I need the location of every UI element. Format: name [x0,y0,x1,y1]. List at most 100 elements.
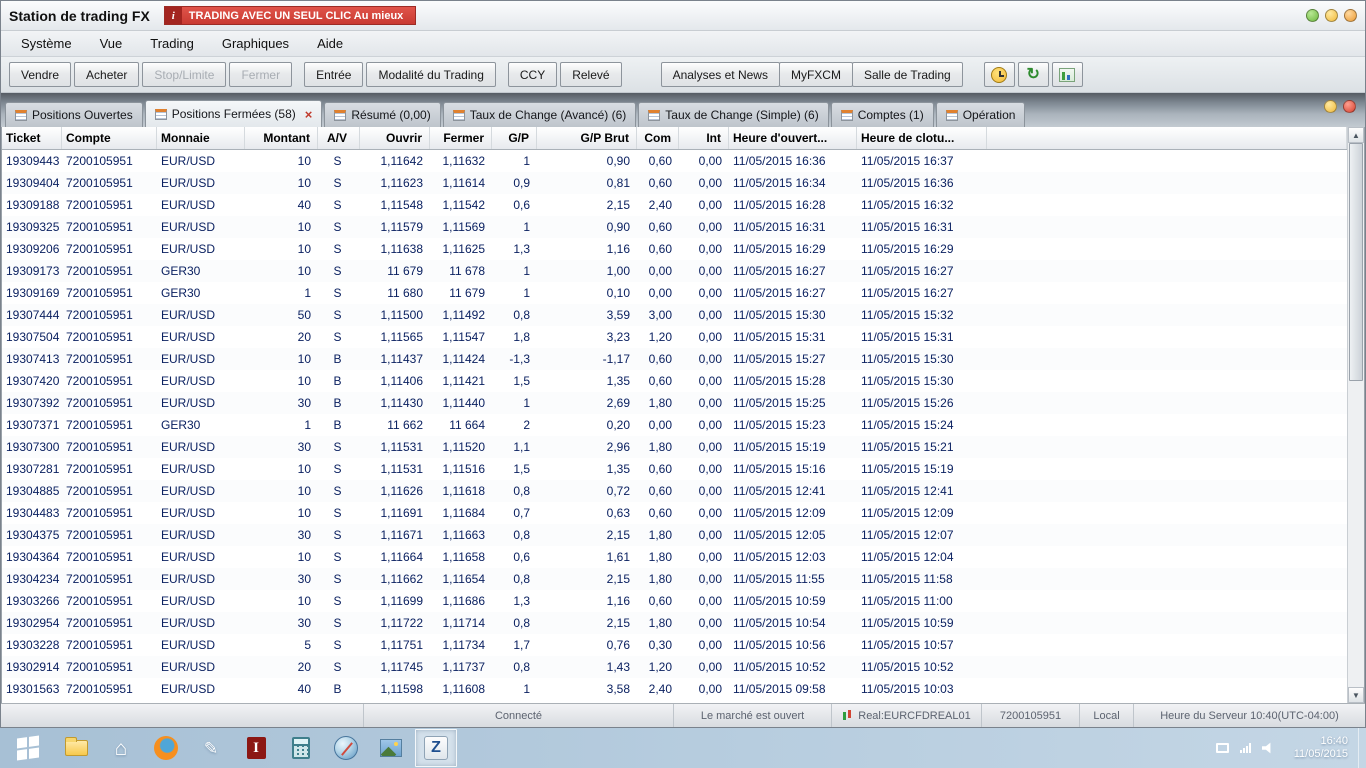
table-row[interactable]: 193073007200105951EUR/USD30S1,115311,115… [2,436,1347,458]
menu-graphiques[interactable]: Graphiques [208,32,303,55]
pc-status-icon[interactable] [1216,743,1229,753]
firefox-icon[interactable] [145,729,187,767]
file-explorer-icon[interactable] [55,729,97,767]
table-cell: 1,3 [492,238,537,260]
myfxcm-button[interactable]: MyFXCM [779,62,853,87]
tab-taux-de-change-avanc-6[interactable]: Taux de Change (Avancé) (6) [443,102,637,127]
relev-button[interactable]: Relevé [560,62,621,87]
window-minimize-button[interactable] [1325,9,1338,22]
pen-icon[interactable]: ✎ [190,729,232,767]
table-row[interactable]: 193043647200105951EUR/USD10S1,116641,116… [2,546,1347,568]
table-row[interactable]: 193073717200105951GER301B11 66211 66420,… [2,414,1347,436]
table-row[interactable]: 193042347200105951EUR/USD30S1,116621,116… [2,568,1347,590]
ccy-button[interactable]: CCY [508,62,557,87]
table-row[interactable]: 193074137200105951EUR/USD10B1,114371,114… [2,348,1347,370]
table-row[interactable]: 193074447200105951EUR/USD50S1,115001,114… [2,304,1347,326]
scroll-up-button[interactable]: ▲ [1348,127,1364,143]
column-header-montant[interactable]: Montant [245,127,318,149]
browser-compass-icon[interactable] [325,729,367,767]
red-i-app-icon[interactable]: I [235,729,277,767]
tab-taux-de-change-simple-6[interactable]: Taux de Change (Simple) (6) [638,102,828,127]
column-header-compte[interactable]: Compte [62,127,157,149]
taskbar-apps: ⌂ ✎I Z [0,728,457,768]
table-row[interactable]: 193072817200105951EUR/USD10S1,115311,115… [2,458,1347,480]
fermer-button[interactable]: Fermer [229,62,292,87]
column-header-a-v[interactable]: A/V [318,127,360,149]
window-help-button[interactable] [1306,9,1319,22]
column-header-int[interactable]: Int [679,127,729,149]
taskbar-clock[interactable]: 16:40 11/05/2015 [1284,728,1358,768]
table-row[interactable]: 193029147200105951EUR/USD20S1,117451,117… [2,656,1347,678]
column-header-monnaie[interactable]: Monnaie [157,127,245,149]
table-row[interactable]: 193094437200105951EUR/USD10S1,116421,116… [2,150,1347,172]
analyses-et-news-button[interactable]: Analyses et News [661,62,780,87]
salle-de-trading-button[interactable]: Salle de Trading [852,62,963,87]
column-header-g-p[interactable]: G/P [492,127,537,149]
table-row[interactable]: 193032287200105951EUR/USD5S1,117511,1173… [2,634,1347,656]
table-cell: 11/05/2015 16:28 [729,194,857,216]
start-button[interactable] [4,729,52,767]
menu-syst-me[interactable]: Système [7,32,86,55]
column-header-heure-de-clotu[interactable]: Heure de clotu... [857,127,987,149]
table-row[interactable]: 193074207200105951EUR/USD10B1,114061,114… [2,370,1347,392]
column-header-ouvrir[interactable]: Ouvrir [360,127,430,149]
table-cell: 7200105951 [62,656,157,678]
home-icon[interactable]: ⌂ [100,729,142,767]
modalit-du-trading-button[interactable]: Modalité du Trading [366,62,495,87]
table-row[interactable]: 193094047200105951EUR/USD10S1,116231,116… [2,172,1347,194]
pane-close-button[interactable] [1343,100,1356,113]
scroll-down-button[interactable]: ▼ [1348,687,1364,703]
stop-limite-button[interactable]: Stop/Limite [142,62,226,87]
menu-trading[interactable]: Trading [136,32,208,55]
column-header-heure-d-ouvert[interactable]: Heure d'ouvert... [729,127,857,149]
scroll-track[interactable] [1348,143,1364,687]
table-row[interactable]: 193091697200105951GER301S11 68011 67910,… [2,282,1347,304]
table-cell: 0,00 [679,480,729,502]
table-cell: 10 [245,172,318,194]
column-header-g-p-brut[interactable]: G/P Brut [537,127,637,149]
table-row[interactable]: 193075047200105951EUR/USD20S1,115651,115… [2,326,1347,348]
table-row[interactable]: 193015637200105951EUR/USD40B1,115981,116… [2,678,1347,700]
calculator-icon[interactable] [280,729,322,767]
menu-vue[interactable]: Vue [86,32,137,55]
table-row[interactable]: 193092067200105951EUR/USD10S1,116381,116… [2,238,1347,260]
tab-op-ration[interactable]: Opération [936,102,1026,127]
table-row[interactable]: 193044837200105951EUR/USD10S1,116911,116… [2,502,1347,524]
entr-e-button[interactable]: Entrée [304,62,363,87]
tab-r-sum-0-00[interactable]: Résumé (0,00) [324,102,440,127]
column-header-fermer[interactable]: Fermer [430,127,492,149]
table-row[interactable]: 193043757200105951EUR/USD30S1,116711,116… [2,524,1347,546]
vertical-scrollbar[interactable]: ▲ ▼ [1347,127,1364,703]
table-row[interactable]: 193091887200105951EUR/USD40S1,115481,115… [2,194,1347,216]
table-row[interactable]: 193029547200105951EUR/USD30S1,117221,117… [2,612,1347,634]
table-row[interactable]: 193093257200105951EUR/USD10S1,115791,115… [2,216,1347,238]
scroll-thumb[interactable] [1349,143,1363,381]
window-close-button[interactable] [1344,9,1357,22]
volume-icon[interactable] [1262,742,1276,754]
one-click-trading-banner[interactable]: i TRADING AVEC UN SEUL CLIC Au mieux [164,6,417,25]
menu-aide[interactable]: Aide [303,32,357,55]
table-row[interactable]: 193048857200105951EUR/USD10S1,116261,116… [2,480,1347,502]
table-row[interactable]: 193091737200105951GER3010S11 67911 67811… [2,260,1347,282]
pane-minimize-button[interactable] [1324,100,1337,113]
tab-positions-ouvertes[interactable]: Positions Ouvertes [5,102,143,127]
column-header-ticket[interactable]: Ticket [2,127,62,149]
tab-comptes-1[interactable]: Comptes (1) [831,102,934,127]
photo-viewer-icon[interactable] [370,729,412,767]
system-tray [1208,728,1284,768]
report-chart-icon[interactable] [1052,62,1083,87]
column-header-com[interactable]: Com [637,127,679,149]
vendre-button[interactable]: Vendre [9,62,71,87]
acheter-button[interactable]: Acheter [74,62,139,87]
table-cell: 0,60 [637,238,679,260]
table-cell: 1,11618 [430,480,492,502]
network-icon[interactable] [1240,743,1251,753]
tab-positions-ferm-es-58[interactable]: Positions Fermées (58)× [145,100,323,127]
table-row[interactable]: 193032667200105951EUR/USD10S1,116991,116… [2,590,1347,612]
clock-icon[interactable] [984,62,1015,87]
sync-clock-icon[interactable]: ↻ [1018,62,1049,87]
table-row[interactable]: 193073927200105951EUR/USD30B1,114301,114… [2,392,1347,414]
trading-station-icon[interactable]: Z [415,729,457,767]
show-desktop-button[interactable] [1358,728,1366,768]
close-tab-icon[interactable]: × [305,107,313,122]
